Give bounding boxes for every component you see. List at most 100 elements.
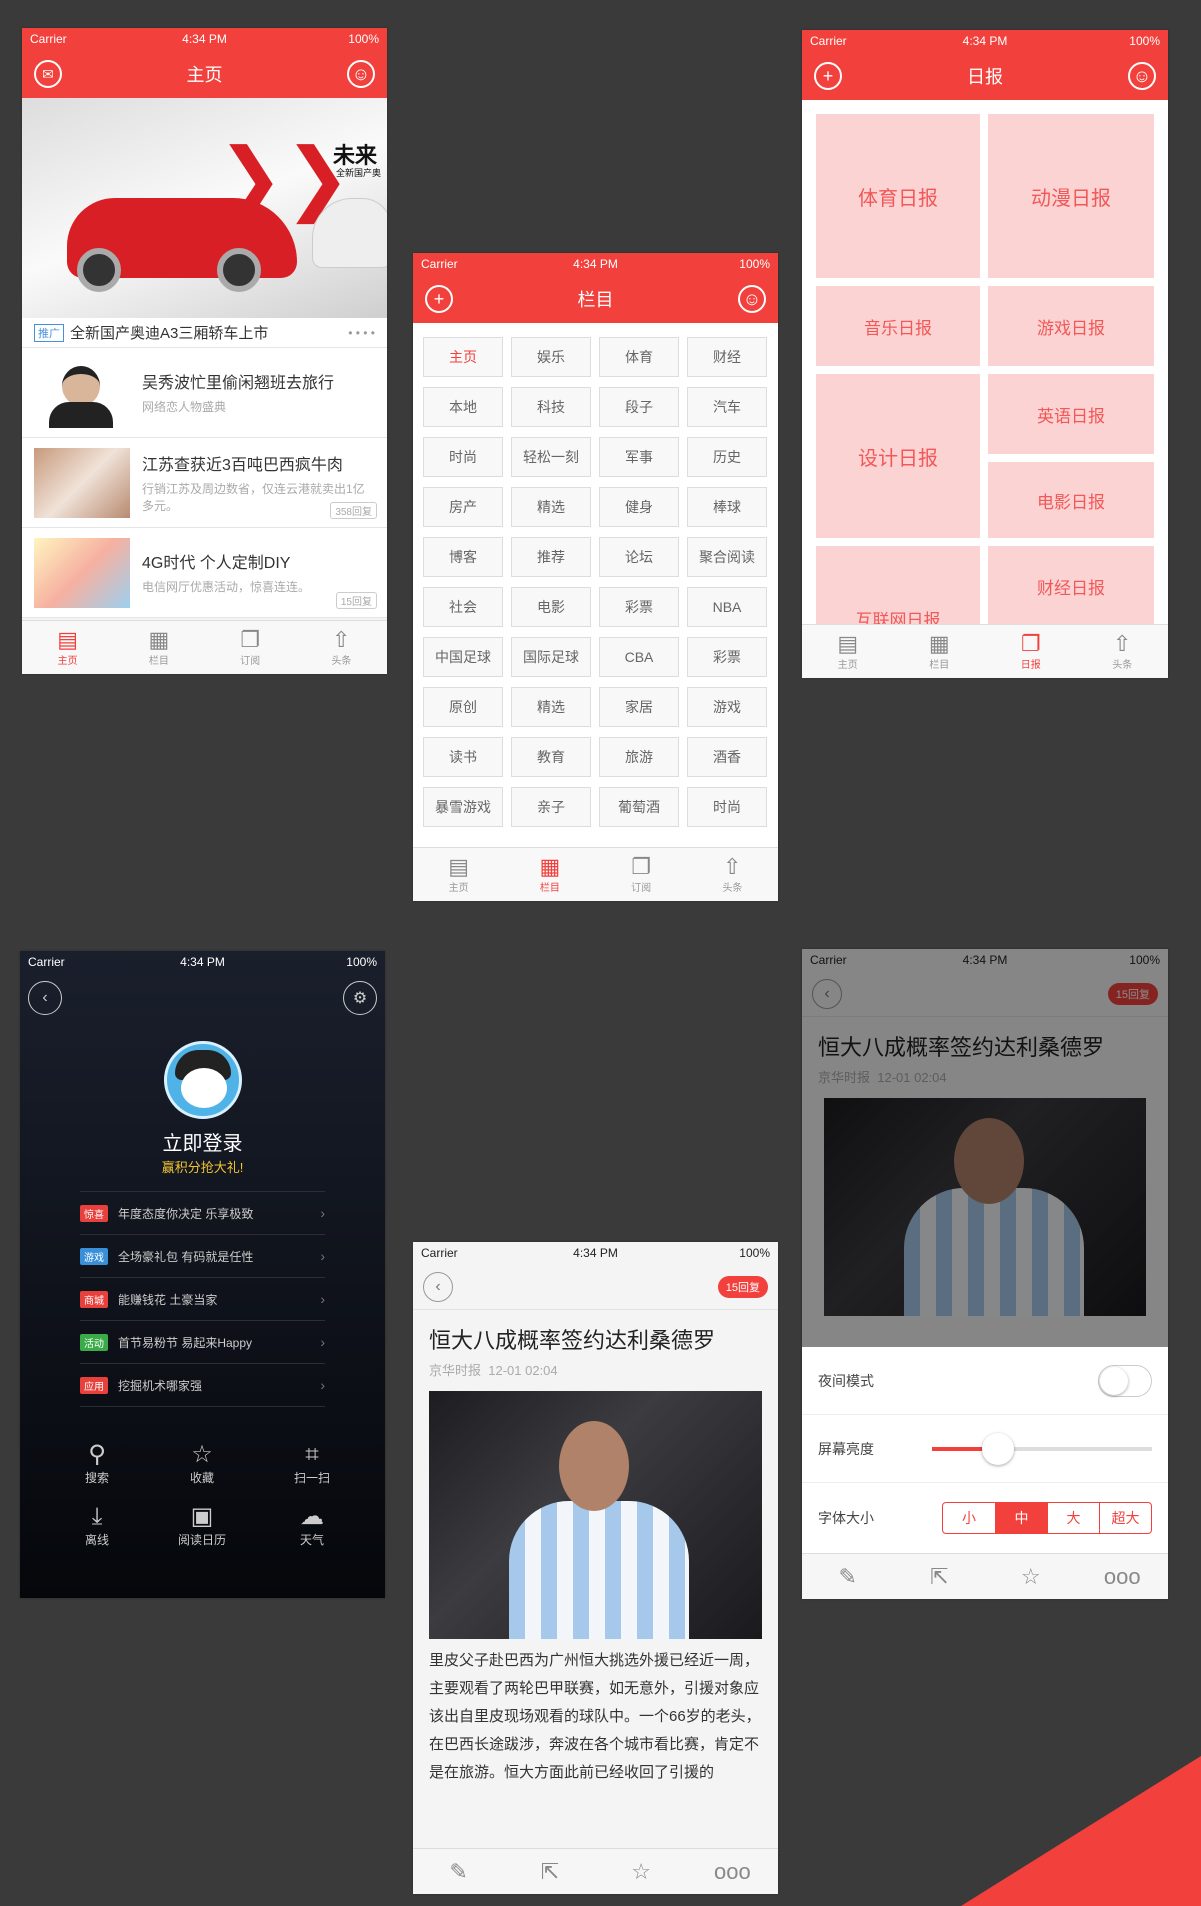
column-cell[interactable]: 暴雪游戏	[423, 787, 503, 827]
user-icon[interactable]: ☺	[738, 285, 766, 313]
comment-button[interactable]: ✎	[802, 1554, 894, 1599]
avatar[interactable]	[164, 1041, 242, 1119]
tab-subscribe[interactable]: ❐ 订阅	[205, 621, 296, 674]
column-cell[interactable]: 读书	[423, 737, 503, 777]
ad-caption-row[interactable]: 推广 全新国产奥迪A3三厢轿车上市 • • • •	[22, 318, 387, 348]
settings-gear-icon[interactable]: ⚙	[343, 981, 377, 1015]
tab-columns[interactable]: ▦ 栏目	[894, 625, 986, 678]
promo-item[interactable]: 活动 首节易粉节 易起来Happy ›	[80, 1321, 325, 1364]
column-cell[interactable]: 酒香	[687, 737, 767, 777]
tab-columns[interactable]: ▦ 栏目	[113, 621, 204, 674]
news-item[interactable]: 江苏查获近3百吨巴西疯牛肉 行销江苏及周边数省，仅连云港就卖出1亿多元。 358…	[22, 438, 387, 528]
column-cell[interactable]: 房产	[423, 487, 503, 527]
column-cell[interactable]: 聚合阅读	[687, 537, 767, 577]
tile-movie-daily[interactable]: 电影日报	[988, 462, 1154, 538]
column-cell[interactable]: 体育	[599, 337, 679, 377]
promo-item[interactable]: 游戏 全场豪礼包 有码就是任性 ›	[80, 1235, 325, 1278]
comment-button[interactable]: ✎	[413, 1849, 504, 1894]
font-size-option[interactable]: 大	[1047, 1503, 1099, 1533]
tile-english-daily[interactable]: 英语日报	[988, 374, 1154, 454]
grid-favorites[interactable]: ☆ 收藏	[157, 1441, 247, 1486]
column-cell[interactable]: 社会	[423, 587, 503, 627]
column-cell[interactable]: 军事	[599, 437, 679, 477]
grid-search[interactable]: ⚲ 搜索	[52, 1441, 142, 1486]
font-size-option[interactable]: 中	[995, 1503, 1047, 1533]
column-cell[interactable]: 时尚	[687, 787, 767, 827]
tab-daily[interactable]: ❐ 日报	[985, 625, 1077, 678]
column-cell[interactable]: 亲子	[511, 787, 591, 827]
column-cell[interactable]: 本地	[423, 387, 503, 427]
dim-overlay[interactable]	[802, 949, 1168, 1347]
tab-headlines[interactable]: ⇧ 头条	[1077, 625, 1169, 678]
user-icon[interactable]: ☺	[347, 60, 375, 88]
column-cell[interactable]: 葡萄酒	[599, 787, 679, 827]
column-cell[interactable]: 汽车	[687, 387, 767, 427]
tab-headlines[interactable]: ⇧ 头条	[296, 621, 387, 674]
night-mode-toggle[interactable]	[1098, 1364, 1152, 1397]
ad-banner[interactable]: ❯❯ 未来 全新国产奥	[22, 98, 387, 318]
tab-subscribe[interactable]: ❐ 订阅	[596, 848, 687, 901]
column-cell[interactable]: CBA	[599, 637, 679, 677]
brightness-slider[interactable]	[932, 1432, 1152, 1465]
tab-home[interactable]: ▤ 主页	[413, 848, 504, 901]
tile-game-daily[interactable]: 游戏日报	[988, 286, 1154, 366]
column-cell[interactable]: 科技	[511, 387, 591, 427]
column-cell[interactable]: 中国足球	[423, 637, 503, 677]
column-cell[interactable]: 精选	[511, 487, 591, 527]
column-cell[interactable]: 段子	[599, 387, 679, 427]
grid-weather[interactable]: ☁ 天气	[267, 1503, 357, 1548]
share-button[interactable]: ⇱	[504, 1849, 595, 1894]
favorite-button[interactable]: ☆	[596, 1849, 687, 1894]
brightness-knob[interactable]	[982, 1432, 1014, 1465]
news-item[interactable]: 吴秀波忙里偷闲翘班去旅行 网络恋人物盛典	[22, 348, 387, 438]
column-cell[interactable]: 棒球	[687, 487, 767, 527]
grid-offline[interactable]: ⤓ 离线	[52, 1503, 142, 1548]
tile-sports-daily[interactable]: 体育日报	[816, 114, 980, 278]
grid-calendar[interactable]: ▣ 阅读日历	[157, 1503, 247, 1548]
column-cell[interactable]: 原创	[423, 687, 503, 727]
reply-badge[interactable]: 15回复	[717, 1275, 768, 1298]
tile-design-daily[interactable]: 设计日报	[816, 374, 980, 538]
column-cell[interactable]: 主页	[423, 337, 503, 377]
tab-columns[interactable]: ▦ 栏目	[504, 848, 595, 901]
font-size-option[interactable]: 超大	[1099, 1503, 1151, 1533]
back-icon[interactable]: ‹	[423, 1271, 453, 1302]
tab-headlines[interactable]: ⇧ 头条	[687, 848, 778, 901]
column-cell[interactable]: 推荐	[511, 537, 591, 577]
column-cell[interactable]: 旅游	[599, 737, 679, 777]
promo-item[interactable]: 惊喜 年度态度你决定 乐享极致 ›	[80, 1192, 325, 1235]
mail-icon[interactable]: ✉	[34, 60, 62, 88]
login-title[interactable]: 立即登录	[20, 1127, 385, 1156]
add-icon[interactable]: +	[425, 285, 453, 313]
add-icon[interactable]: +	[814, 62, 842, 90]
column-cell[interactable]: 财经	[687, 337, 767, 377]
promo-item[interactable]: 商城 能赚钱花 土豪当家 ›	[80, 1278, 325, 1321]
tile-music-daily[interactable]: 音乐日报	[816, 286, 980, 366]
tile-anime-daily[interactable]: 动漫日报	[988, 114, 1154, 278]
promo-item[interactable]: 应用 挖掘机术哪家强 ›	[80, 1364, 325, 1407]
column-cell[interactable]: 论坛	[599, 537, 679, 577]
column-cell[interactable]: 博客	[423, 537, 503, 577]
column-cell[interactable]: 电影	[511, 587, 591, 627]
column-cell[interactable]: 家居	[599, 687, 679, 727]
tile-internet-daily[interactable]: 互联网日报	[816, 546, 980, 624]
tab-home[interactable]: ▤ 主页	[802, 625, 894, 678]
grid-scan[interactable]: ⌗ 扫一扫	[267, 1441, 357, 1486]
column-cell[interactable]: 游戏	[687, 687, 767, 727]
share-button[interactable]: ⇱	[894, 1554, 986, 1599]
news-item[interactable]: 4G时代 个人定制DIY 电信网厅优惠活动，惊喜连连。 15回复	[22, 528, 387, 618]
font-size-option[interactable]: 小	[943, 1503, 995, 1533]
tab-home[interactable]: ▤ 主页	[22, 621, 113, 674]
column-cell[interactable]: 健身	[599, 487, 679, 527]
column-cell[interactable]: 彩票	[687, 637, 767, 677]
user-icon[interactable]: ☺	[1128, 62, 1156, 90]
tile-finance-daily[interactable]: 财经日报	[988, 546, 1154, 624]
column-cell[interactable]: 彩票	[599, 587, 679, 627]
more-button[interactable]: ooo	[687, 1849, 778, 1894]
column-cell[interactable]: 娱乐	[511, 337, 591, 377]
back-icon[interactable]: ‹	[28, 981, 62, 1015]
column-cell[interactable]: 时尚	[423, 437, 503, 477]
column-cell[interactable]: 历史	[687, 437, 767, 477]
column-cell[interactable]: 精选	[511, 687, 591, 727]
column-cell[interactable]: 轻松一刻	[511, 437, 591, 477]
